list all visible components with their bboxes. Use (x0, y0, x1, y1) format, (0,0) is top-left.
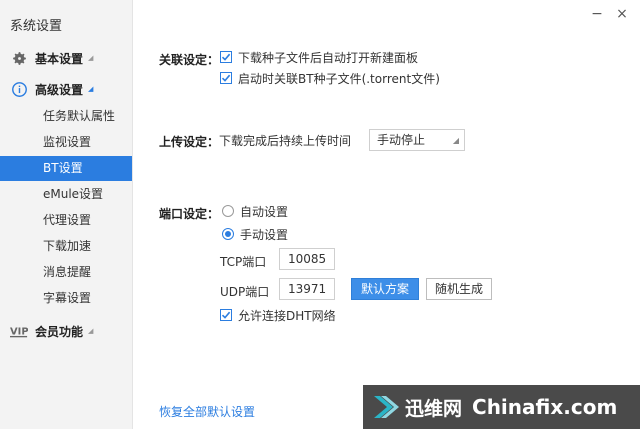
sidebar-item-bt[interactable]: BT设置 (0, 156, 132, 181)
tcp-port-input[interactable] (279, 248, 335, 270)
check-icon (221, 53, 231, 61)
upload-time-value: 手动停止 (377, 133, 426, 147)
dht-label: 允许连接DHT网络 (238, 308, 336, 323)
close-button[interactable]: × (614, 6, 630, 22)
expand-triangle-icon: ◢ (88, 85, 94, 93)
sidebar-item-notifications[interactable]: 消息提醒 (0, 260, 132, 285)
upload-time-text: 下载完成后持续上传时间 (219, 133, 352, 148)
dropdown-corner-icon: ◢ (452, 136, 459, 145)
upload-label: 上传设定： (159, 135, 220, 149)
expand-triangle-icon: ◢ (88, 327, 94, 335)
sidebar-group-basic[interactable]: 基本设置 ◢ (10, 48, 93, 68)
chinafix-logo-icon (374, 396, 399, 418)
default-scheme-button[interactable]: 默认方案 (351, 278, 419, 300)
udp-port-input[interactable] (279, 278, 335, 300)
sidebar-item-acceleration[interactable]: 下载加速 (0, 234, 132, 259)
association-label: 关联设定： (159, 53, 220, 67)
tcp-port-label: TCP端口 (220, 255, 267, 269)
sidebar-item-subtitles[interactable]: 字幕设置 (0, 286, 132, 311)
auto-port-label: 自动设置 (240, 204, 289, 219)
auto-port-radio[interactable] (222, 205, 234, 217)
sidebar-group-label: 高级设置 (35, 82, 84, 97)
sidebar-group-vip[interactable]: VIP 会员功能 ◢ (10, 321, 93, 341)
sidebar-item-proxy[interactable]: 代理设置 (0, 208, 132, 233)
sidebar-group-label: 会员功能 (35, 324, 84, 339)
gear-icon (10, 49, 28, 67)
sidebar: 系统设置 基本设置 ◢ 高级设置 ◢ 任务默认属性 监视设置 BT设置 eMul… (0, 0, 133, 429)
auto-port-option[interactable]: 自动设置 (222, 202, 288, 220)
random-generate-button[interactable]: 随机生成 (426, 278, 492, 300)
upload-time-select[interactable]: 手动停止 ◢ (369, 129, 465, 151)
sidebar-group-label: 基本设置 (35, 51, 84, 66)
associate-torrent-label: 启动时关联BT种子文件(.torrent文件) (238, 71, 440, 86)
auto-open-panel-checkbox[interactable] (220, 51, 232, 63)
vip-icon: VIP (10, 322, 28, 340)
port-label: 端口设定： (159, 207, 220, 221)
watermark-cn: 迅维网 (405, 397, 463, 420)
sidebar-item-emule[interactable]: eMule设置 (0, 182, 132, 207)
auto-open-panel-option[interactable]: 下载种子文件后自动打开新建面板 (220, 48, 418, 66)
check-icon (221, 74, 231, 82)
associate-torrent-checkbox[interactable] (220, 72, 232, 84)
info-icon (10, 80, 28, 98)
watermark: 迅维网 Chinafix.com (363, 385, 640, 429)
associate-torrent-option[interactable]: 启动时关联BT种子文件(.torrent文件) (220, 69, 440, 87)
sidebar-group-advanced[interactable]: 高级设置 ◢ (10, 79, 93, 99)
dht-option[interactable]: 允许连接DHT网络 (220, 306, 336, 324)
auto-open-panel-label: 下载种子文件后自动打开新建面板 (238, 50, 419, 65)
watermark-en: Chinafix.com (472, 395, 618, 419)
manual-port-radio[interactable] (222, 228, 234, 240)
app-title: 系统设置 (10, 19, 63, 34)
check-icon (221, 311, 231, 319)
manual-port-label: 手动设置 (240, 227, 289, 242)
restore-defaults-link[interactable]: 恢复全部默认设置 (159, 403, 255, 420)
expand-triangle-icon: ◢ (88, 54, 94, 62)
dht-checkbox[interactable] (220, 309, 232, 321)
udp-port-label: UDP端口 (220, 285, 270, 299)
minimize-button[interactable]: − (589, 6, 605, 22)
manual-port-option[interactable]: 手动设置 (222, 225, 288, 243)
sidebar-item-task-defaults[interactable]: 任务默认属性 (0, 104, 132, 129)
sidebar-item-monitor[interactable]: 监视设置 (0, 130, 132, 155)
